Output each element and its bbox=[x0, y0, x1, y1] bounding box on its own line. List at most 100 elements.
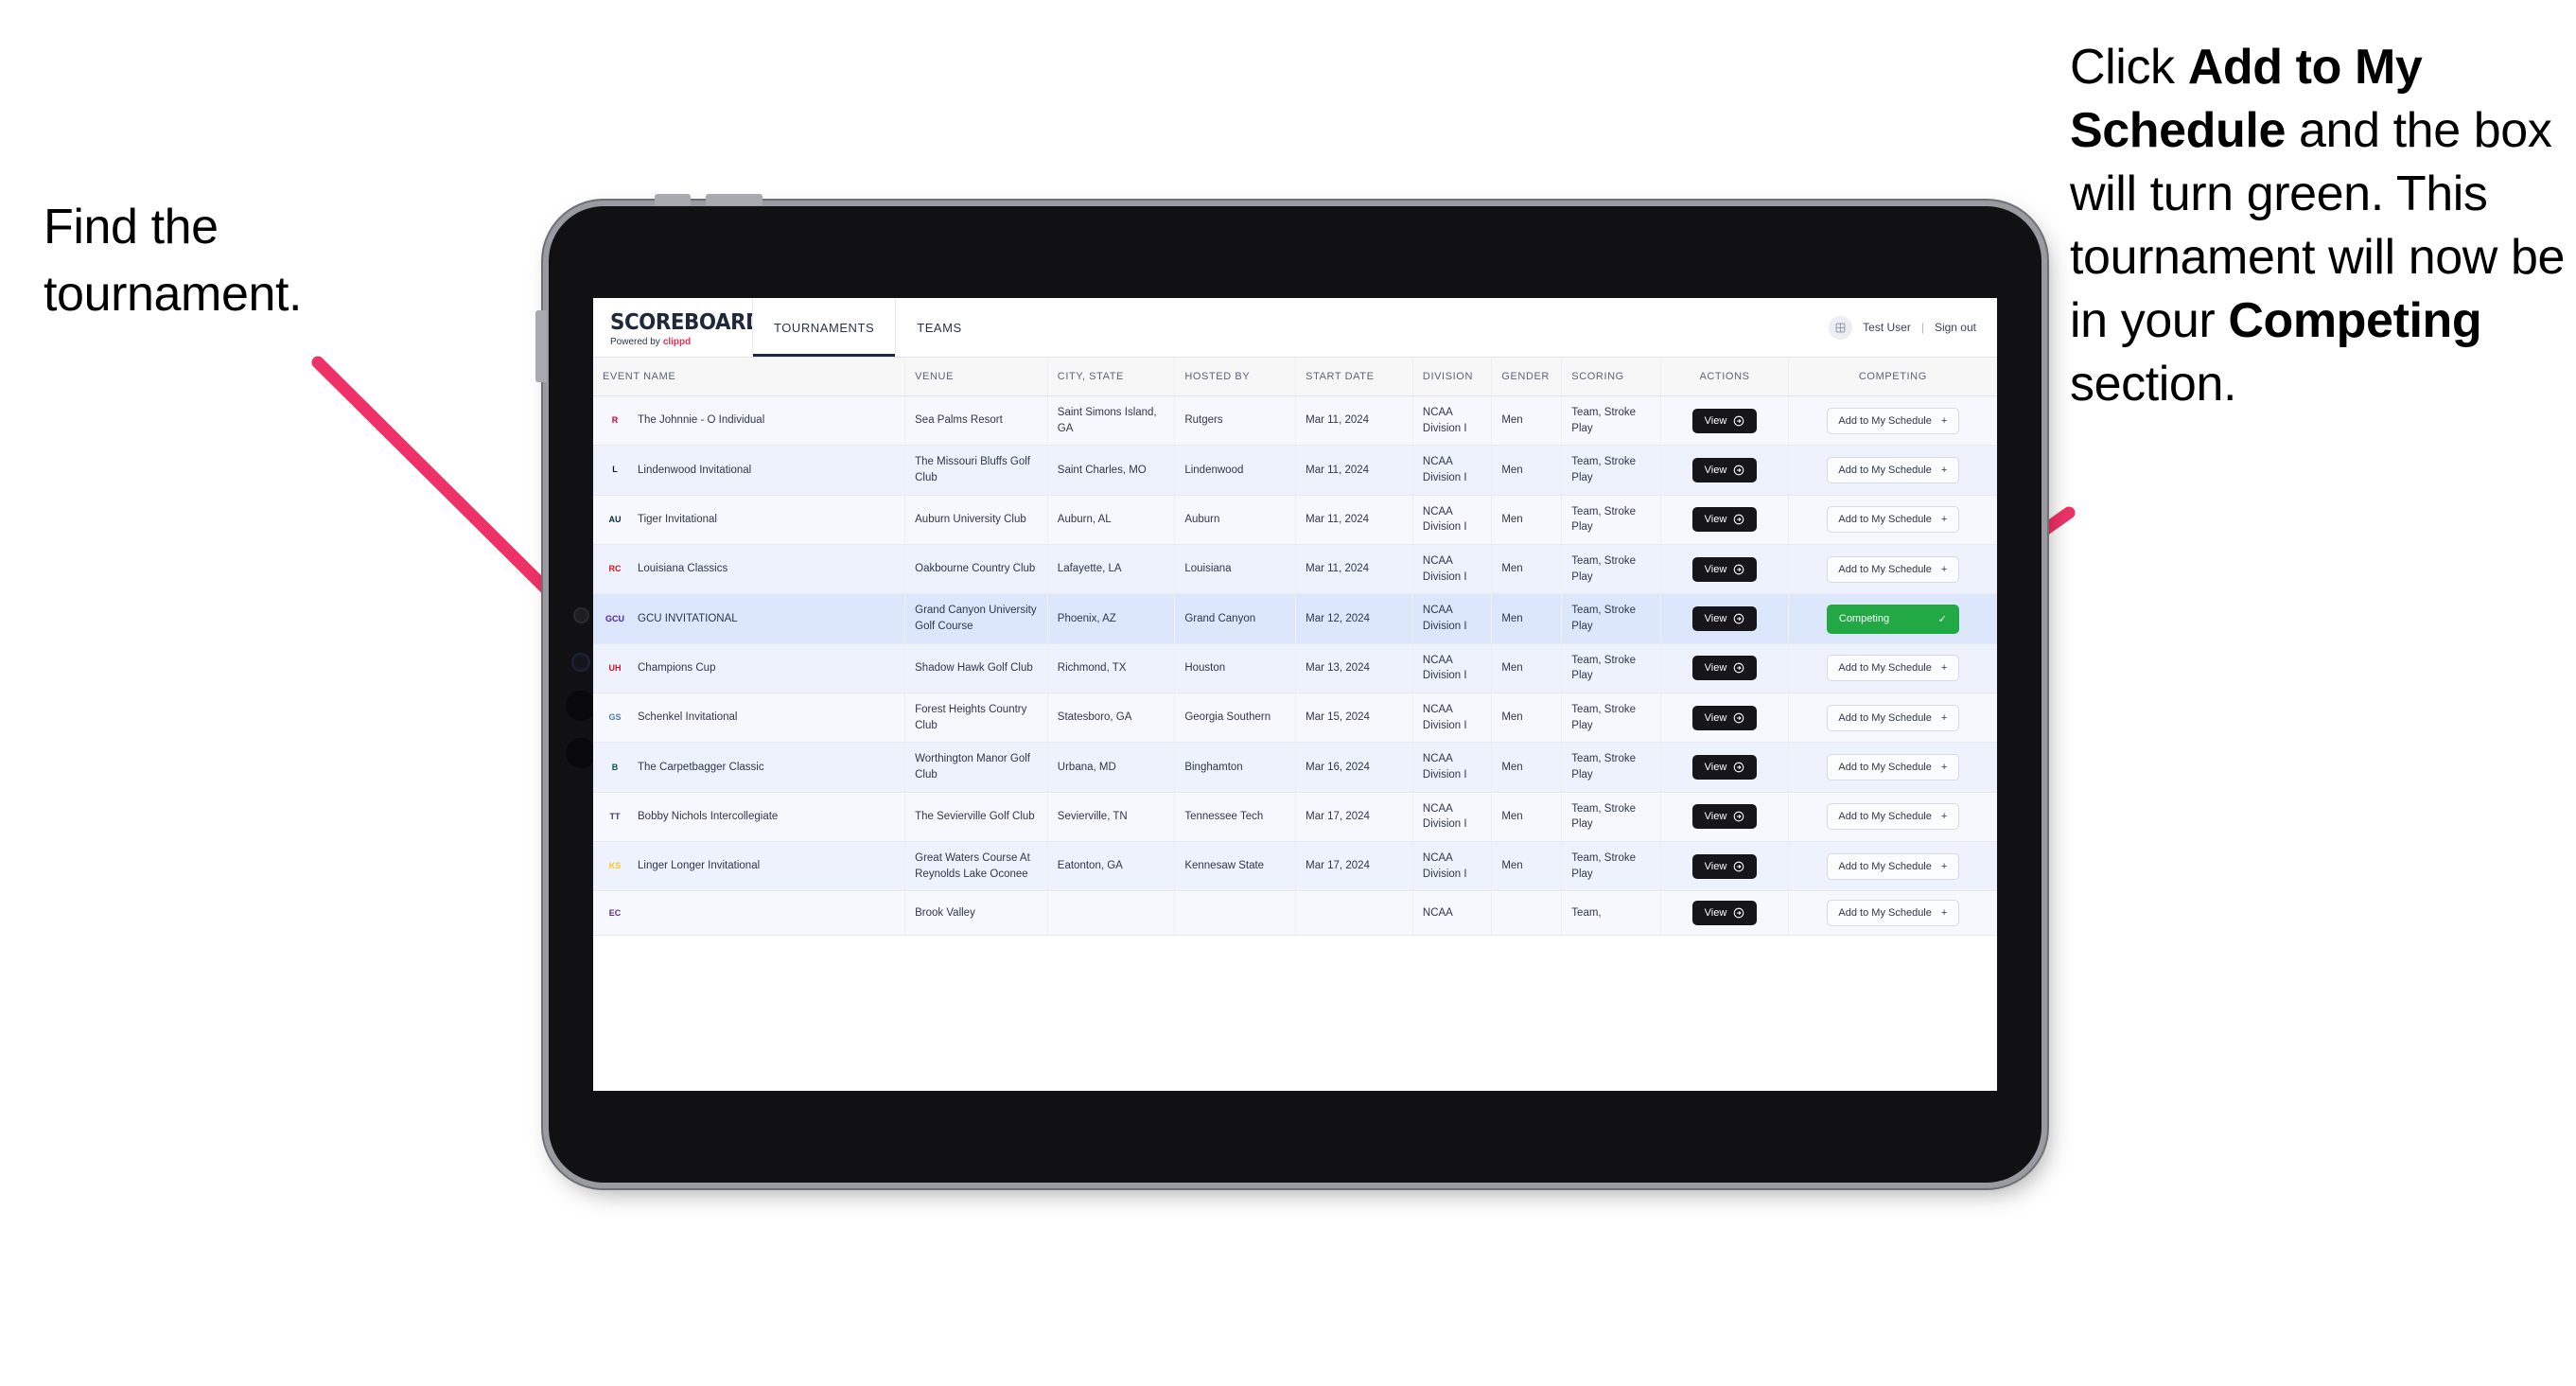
cell-venue: Shadow Hawk Golf Club bbox=[904, 643, 1048, 694]
view-button[interactable]: View bbox=[1691, 507, 1758, 533]
table-row[interactable]: TT Bobby Nichols Intercollegiate The Sevie… bbox=[593, 792, 1997, 843]
column-header-scoring[interactable]: SCORING bbox=[1561, 358, 1662, 396]
user-badge-icon[interactable] bbox=[1829, 315, 1853, 340]
table-row[interactable]: R The Johnnie - O Individual Sea Palms Res… bbox=[593, 395, 1997, 447]
plus-icon: + bbox=[1940, 465, 1948, 477]
rutgers-logo: R bbox=[611, 415, 619, 426]
view-button-label: View bbox=[1704, 514, 1727, 526]
view-button[interactable]: View bbox=[1691, 755, 1758, 781]
cell-venue: Forest Heights Country Club bbox=[904, 693, 1048, 744]
cell-scoring: Team, Stroke Play bbox=[1561, 742, 1662, 793]
column-header-division[interactable]: DIVISION bbox=[1412, 358, 1493, 396]
add-to-my-schedule-button[interactable]: Add to My Schedule + bbox=[1826, 754, 1959, 781]
cell-hosted-by: Lindenwood bbox=[1174, 445, 1297, 496]
cell-start-date: Mar 15, 2024 bbox=[1295, 693, 1413, 744]
add-to-my-schedule-button[interactable]: Add to My Schedule + bbox=[1826, 803, 1959, 831]
view-button[interactable]: View bbox=[1691, 656, 1758, 681]
table-row[interactable]: KS Linger Longer Invitational Great Waters… bbox=[593, 841, 1997, 892]
view-button[interactable]: View bbox=[1691, 705, 1758, 730]
table-row[interactable]: GS Schenkel Invitational Forest Heights Co… bbox=[593, 693, 1997, 744]
add-to-my-schedule-button[interactable]: Add to My Schedule + bbox=[1826, 506, 1959, 534]
view-button-label: View bbox=[1704, 711, 1727, 724]
event-name-label: Champions Cup bbox=[638, 662, 716, 675]
competing-button[interactable]: Competing ✓ bbox=[1826, 604, 1959, 634]
cell-city-state: Urbana, MD bbox=[1047, 742, 1176, 793]
add-to-my-schedule-button[interactable]: Add to My Schedule + bbox=[1826, 852, 1959, 880]
table-row[interactable]: GCU GCU INVITATIONAL Grand Canyon Universi… bbox=[593, 593, 1997, 644]
cell-division: NCAA Division I bbox=[1412, 593, 1493, 644]
view-button[interactable]: View bbox=[1691, 458, 1758, 483]
add-to-my-schedule-label: Add to My Schedule bbox=[1838, 762, 1932, 774]
annotation-text: section. bbox=[2070, 357, 2237, 412]
add-to-my-schedule-button[interactable]: Add to My Schedule + bbox=[1826, 407, 1959, 434]
view-button[interactable]: View bbox=[1691, 853, 1758, 879]
cell-actions: View bbox=[1660, 841, 1789, 892]
view-button[interactable]: View bbox=[1691, 606, 1758, 632]
kennesaw-state-owls-logo: KS bbox=[608, 861, 622, 871]
cell-venue: Worthington Manor Golf Club bbox=[904, 742, 1048, 793]
view-button-label: View bbox=[1704, 762, 1727, 774]
cell-city-state: Richmond, TX bbox=[1047, 643, 1176, 694]
cell-actions: View bbox=[1660, 742, 1789, 793]
cell-actions: View bbox=[1660, 495, 1789, 546]
cell-competing: Add to My Schedule + bbox=[1788, 742, 1997, 793]
table-row[interactable]: RC Louisiana Classics Oakbourne Country Cl… bbox=[593, 544, 1997, 595]
brand-logo[interactable]: SCOREBOARD Powered by clippd bbox=[593, 298, 762, 357]
user-name-label: Test User bbox=[1863, 321, 1911, 334]
tablet-device-frame: SCOREBOARD Powered by clippd TOURNAMENTS… bbox=[535, 194, 2042, 1183]
arrow-right-circle-icon bbox=[1734, 663, 1744, 674]
view-button[interactable]: View bbox=[1691, 556, 1758, 582]
column-header-gender[interactable]: GENDER bbox=[1491, 358, 1563, 396]
add-to-my-schedule-button[interactable]: Add to My Schedule + bbox=[1826, 900, 1959, 927]
cell-division: NCAA Division I bbox=[1412, 445, 1493, 496]
column-header-event-name[interactable]: EVENT NAME bbox=[593, 358, 906, 396]
cell-competing: Add to My Schedule + bbox=[1788, 544, 1997, 595]
add-to-my-schedule-label: Add to My Schedule bbox=[1838, 811, 1932, 823]
cell-actions: View bbox=[1660, 593, 1789, 644]
cell-city-state: Saint Simons Island, GA bbox=[1047, 395, 1176, 447]
column-header-actions[interactable]: ACTIONS bbox=[1660, 358, 1789, 396]
column-header-venue[interactable]: VENUE bbox=[904, 358, 1048, 396]
side-button[interactable] bbox=[535, 310, 547, 382]
cell-venue: The Missouri Bluffs Golf Club bbox=[904, 445, 1048, 496]
cell-start-date: Mar 12, 2024 bbox=[1295, 593, 1413, 644]
view-button[interactable]: View bbox=[1691, 901, 1758, 926]
view-button-label: View bbox=[1704, 414, 1727, 427]
plus-icon: + bbox=[1940, 414, 1948, 427]
event-name-label: Lindenwood Invitational bbox=[638, 464, 752, 476]
table-row[interactable]: AU Tiger Invitational Auburn University Cl… bbox=[593, 495, 1997, 546]
table-row[interactable]: UH Champions Cup Shadow Hawk Golf Club Rich… bbox=[593, 643, 1997, 694]
column-header-competing[interactable]: COMPETING bbox=[1788, 358, 1997, 396]
table-row[interactable]: L Lindenwood Invitational The Missouri Blu… bbox=[593, 445, 1997, 496]
arrow-right-circle-icon bbox=[1734, 564, 1744, 575]
cell-venue: The Sevierville Golf Club bbox=[904, 792, 1048, 843]
cell-division: NCAA Division I bbox=[1412, 742, 1493, 793]
column-header-hosted-by[interactable]: HOSTED BY bbox=[1174, 358, 1297, 396]
cell-actions: View bbox=[1660, 445, 1789, 496]
view-button[interactable]: View bbox=[1691, 804, 1758, 830]
power-button[interactable] bbox=[655, 194, 691, 205]
cell-competing: Add to My Schedule + bbox=[1788, 643, 1997, 694]
add-to-my-schedule-button[interactable]: Add to My Schedule + bbox=[1826, 555, 1959, 583]
sign-out-link[interactable]: Sign out bbox=[1935, 321, 1976, 334]
volume-button[interactable] bbox=[706, 194, 762, 205]
cell-start-date bbox=[1295, 890, 1413, 937]
cell-city-state: Sevierville, TN bbox=[1047, 792, 1176, 843]
cell-venue: Brook Valley bbox=[904, 890, 1048, 937]
add-to-my-schedule-button[interactable]: Add to My Schedule + bbox=[1826, 457, 1959, 484]
east-carolina-pirates-logo: EC bbox=[608, 907, 622, 918]
column-header-start-date[interactable]: START DATE bbox=[1295, 358, 1413, 396]
table-row[interactable]: B The Carpetbagger Classic Worthington Man… bbox=[593, 742, 1997, 793]
tab-teams[interactable]: TEAMS bbox=[896, 298, 983, 357]
cell-scoring: Team, Stroke Play bbox=[1561, 792, 1662, 843]
annotation-text: Click bbox=[2070, 40, 2188, 95]
cell-gender bbox=[1491, 890, 1563, 937]
cell-competing: Add to My Schedule + bbox=[1788, 792, 1997, 843]
tab-tournaments[interactable]: TOURNAMENTS bbox=[752, 298, 897, 357]
add-to-my-schedule-button[interactable]: Add to My Schedule + bbox=[1826, 655, 1959, 682]
table-row[interactable]: EC Brook Valley NCAA Team, View Add to My Sch… bbox=[593, 890, 1997, 937]
view-button[interactable]: View bbox=[1691, 408, 1758, 433]
add-to-my-schedule-button[interactable]: Add to My Schedule + bbox=[1826, 704, 1959, 731]
column-header-city-state[interactable]: CITY, STATE bbox=[1047, 358, 1176, 396]
cell-division: NCAA Division I bbox=[1412, 693, 1493, 744]
